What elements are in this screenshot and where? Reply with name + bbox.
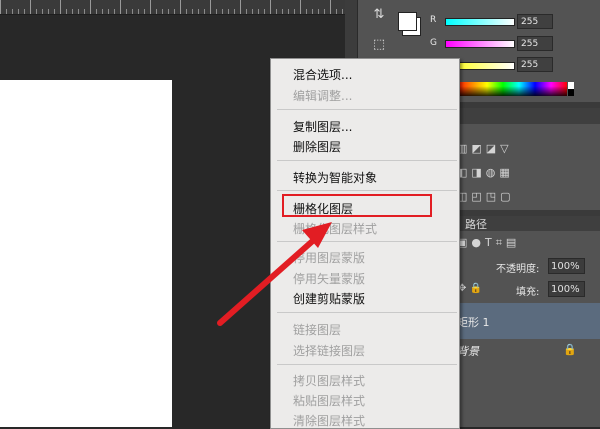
menu-separator [277,190,457,191]
menu-item-duplicate-layer[interactable]: 复制图层... [293,118,352,135]
lock-icons[interactable]: ✥ 🔒 [458,283,482,294]
menu-item-paste-layer-style[interactable]: 粘贴图层样式 [293,392,365,409]
menu-item-create-clipping-mask[interactable]: 创建剪贴蒙版 [293,290,365,307]
menu-separator [277,241,457,242]
g-slider[interactable] [445,40,515,48]
fill-label: 填充: [516,287,540,298]
menu-item-convert-smart-object[interactable]: 转换为智能对象 [293,169,377,186]
menu-item-link-layers[interactable]: 链接图层 [293,321,341,338]
adjustments-header [455,108,600,124]
tab-paths[interactable]: 路径 [465,216,487,232]
menu-separator [277,109,457,110]
fill-field[interactable]: 100% [548,281,585,297]
menu-separator [277,364,457,365]
menu-item-edit-adjustment[interactable]: 编辑调整... [293,87,352,104]
opacity-field[interactable]: 100% [548,258,585,274]
b-value-field[interactable]: 255 [517,57,553,72]
menu-item-blending-options[interactable]: 混合选项... [293,66,352,83]
g-value-field[interactable]: 255 [517,36,553,51]
menu-separator [277,160,457,161]
black-white-swatch[interactable] [568,82,574,96]
layers-tab-bar: 路径 [455,216,600,231]
menu-item-disable-layer-mask[interactable]: 停用图层蒙版 [293,249,365,266]
color-spectrum-shade [455,82,567,96]
menu-item-select-linked-layers[interactable]: 选择链接图层 [293,342,365,359]
r-slider[interactable] [445,18,515,26]
layer-filter-icons[interactable]: ▣●T⌗▤ [457,236,520,250]
document-canvas[interactable] [0,80,172,427]
highlight-box [282,194,432,217]
channel-label-g: G [430,38,437,48]
layer-row-background[interactable]: 背景 🔒 [455,340,600,360]
ruler-ticks [0,0,345,14]
menu-item-disable-vector-mask[interactable]: 停用矢量蒙版 [293,270,365,287]
3d-cube-icon[interactable]: ⬚ [368,34,390,56]
menu-item-copy-layer-style[interactable]: 拷贝图层样式 [293,372,365,389]
foreground-color-swatch[interactable] [398,12,417,31]
lock-icon: 🔒 [563,343,577,356]
history-icon[interactable]: ⇅ [368,4,390,26]
menu-item-delete-layer[interactable]: 删除图层 [293,138,341,155]
layer-row-rect1[interactable]: 矩形 1 [455,303,600,339]
r-value-field[interactable]: 255 [517,14,553,29]
layer-name: 矩形 1 [457,316,490,329]
layer-context-menu: 混合选项... 编辑调整... 复制图层... 删除图层 转换为智能对象 栅格化… [270,58,460,429]
adjustment-icons-row-1[interactable]: ▥◩◪▽ [457,142,513,155]
adjustment-icons-row-3[interactable]: ◫◰◳▢ [457,190,515,203]
menu-item-clear-layer-style[interactable]: 清除图层样式 [293,412,365,429]
opacity-label: 不透明度: [496,264,540,275]
menu-separator [277,312,457,313]
adjustment-icons-row-2[interactable]: ◧◨◍▦ [457,166,514,179]
layer-name: 背景 [457,345,479,358]
menu-item-rasterize-layer-style[interactable]: 栅格化图层样式 [293,220,377,237]
channel-label-r: R [430,15,437,25]
